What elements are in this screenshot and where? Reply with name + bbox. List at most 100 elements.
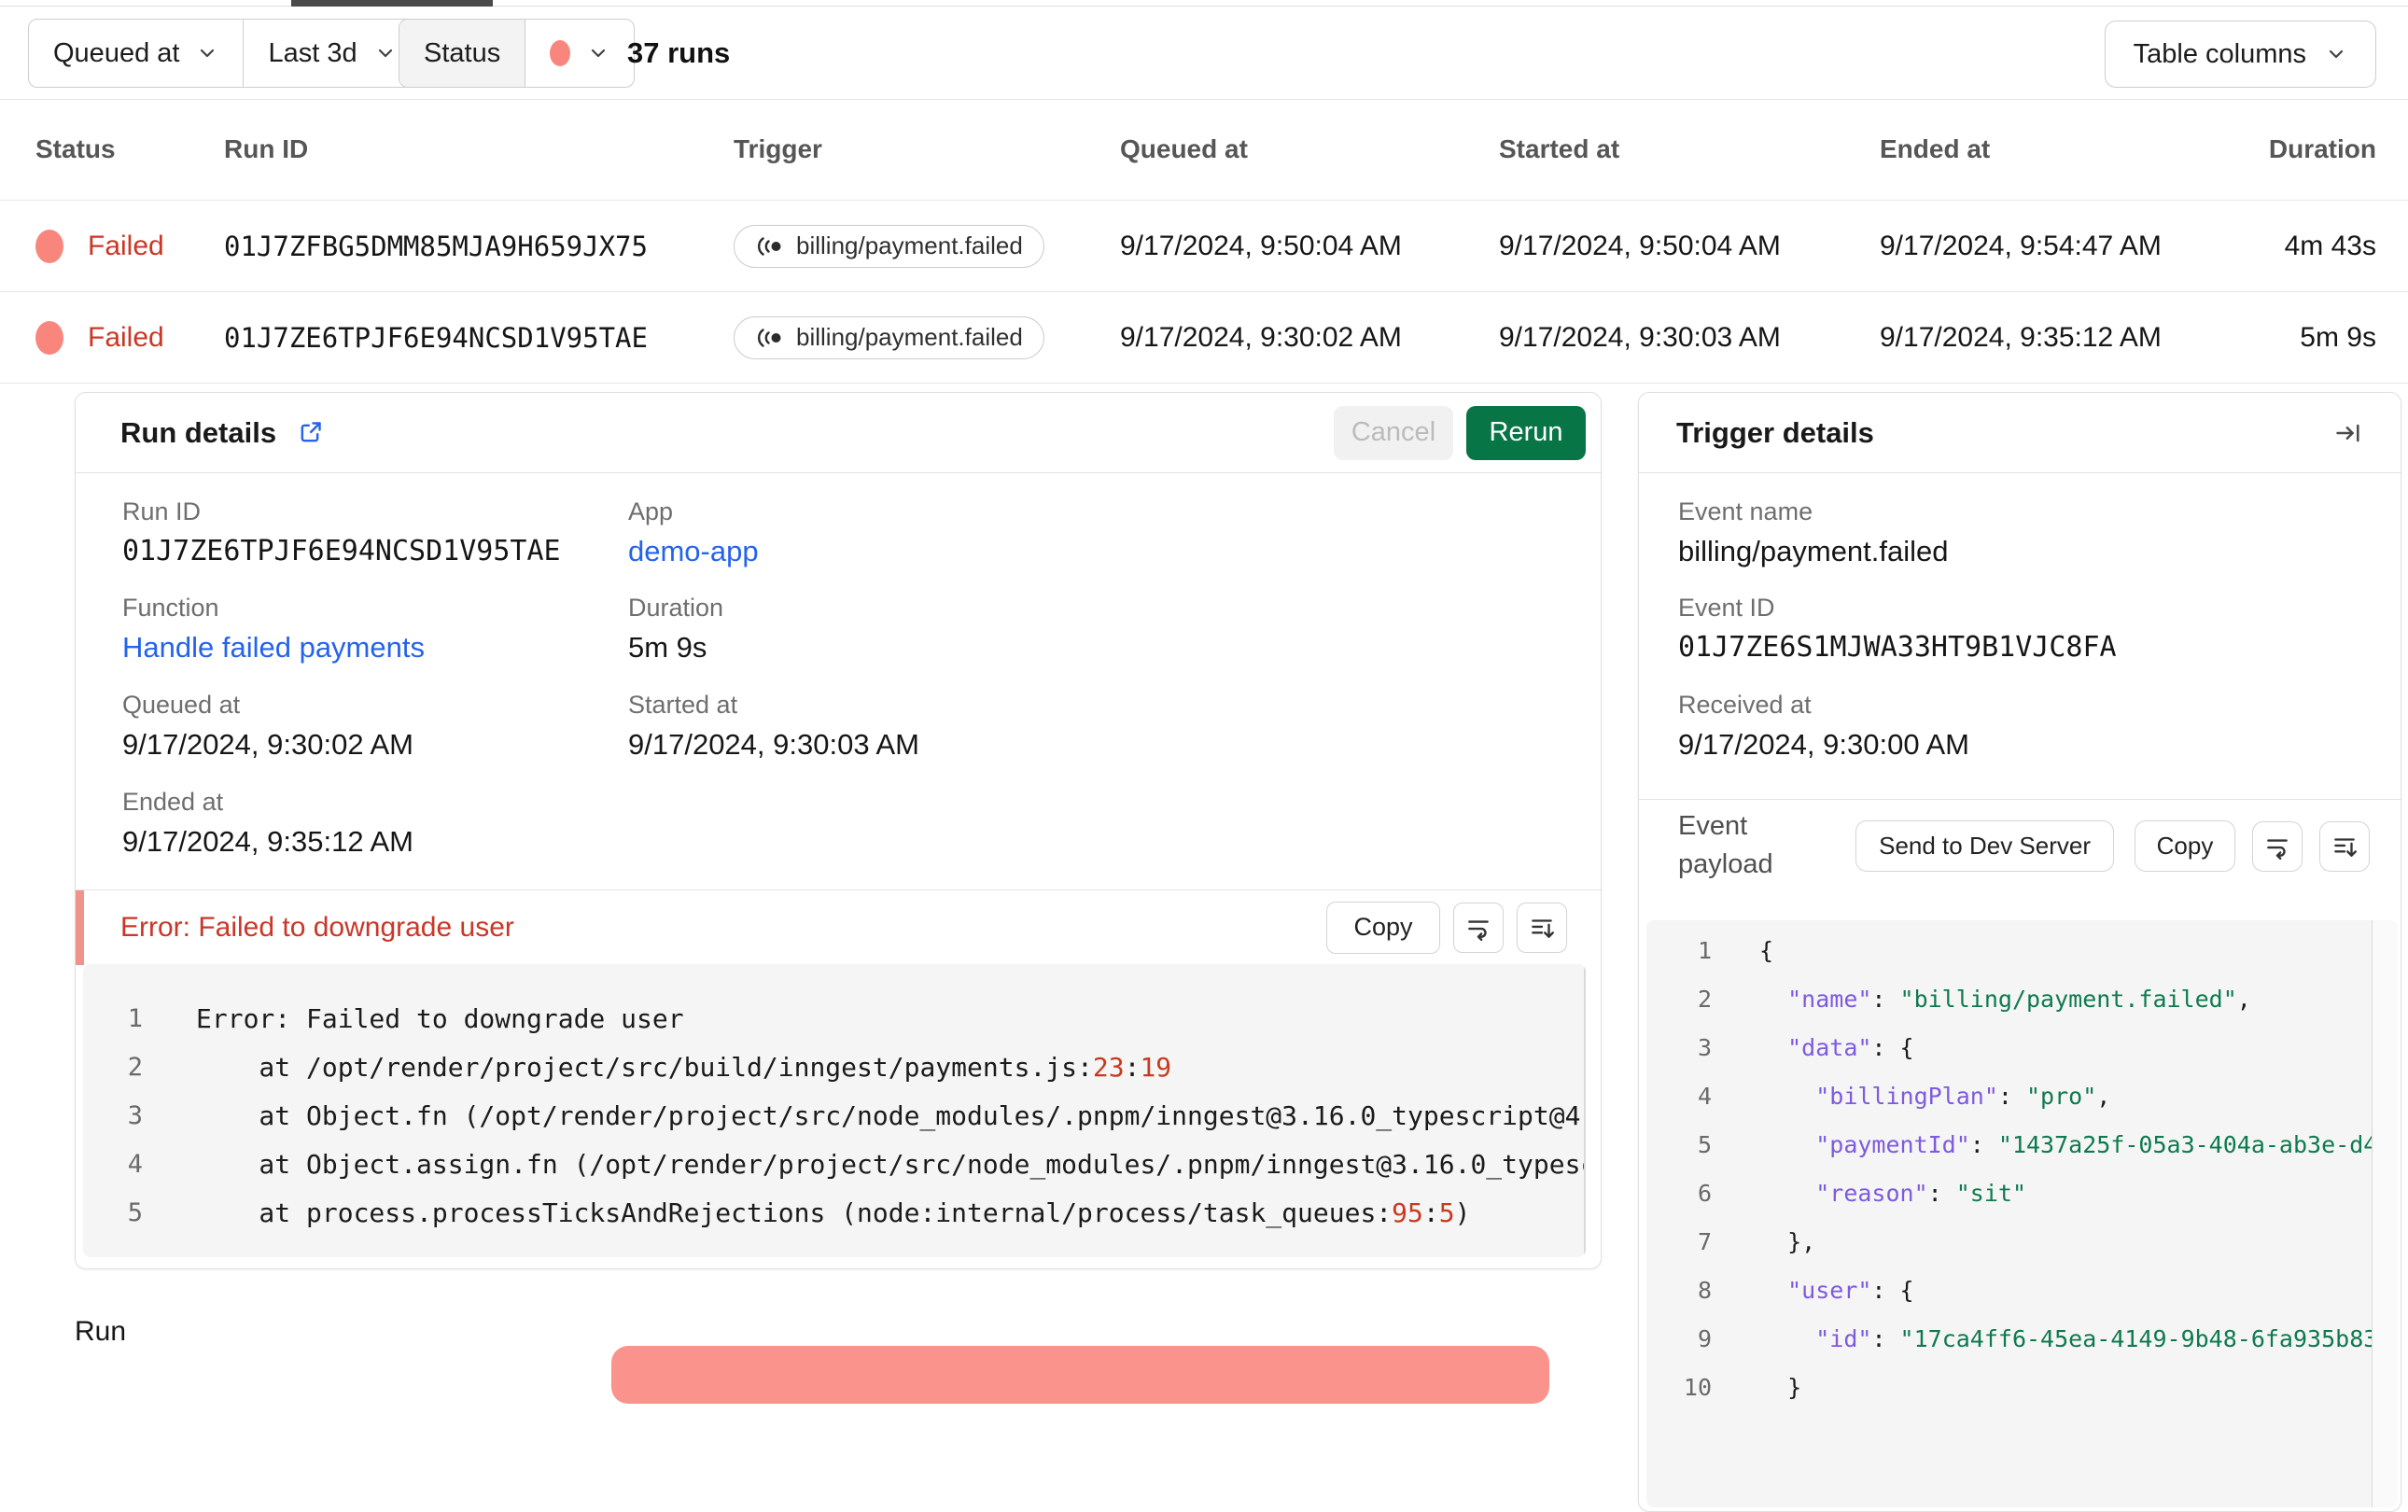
queued-at-label: Queued at (122, 691, 241, 719)
word-wrap-icon (1468, 919, 1489, 941)
time-range-label: Last 3d (268, 37, 357, 68)
rerun-button[interactable]: Rerun (1466, 405, 1586, 460)
line-number: 1 (1697, 936, 1712, 964)
line-number: 2 (1697, 985, 1712, 1013)
queued-at-cell: 9/17/2024, 9:50:04 AM (1120, 230, 1402, 261)
copy-payload-button[interactable]: Copy (2135, 820, 2235, 872)
payload-scrollbar[interactable] (2372, 920, 2398, 1507)
copy-error-button[interactable]: Copy (1326, 901, 1440, 954)
external-link-icon[interactable] (297, 420, 323, 446)
code-line: 6 "reason": "sit" (1646, 1169, 2398, 1217)
cancel-button[interactable]: Cancel (1334, 405, 1453, 460)
chevron-down-icon (378, 49, 392, 58)
table-row[interactable]: Failed 01J7ZE6TPJF6E94NCSD1V95TAE billing/… (0, 292, 2408, 384)
runs-count: 37 runs (627, 35, 731, 69)
event-id-value: 01J7ZE6S1MJWA33HT9B1VJC8FA (1678, 631, 2117, 664)
line-number: 8 (1697, 1276, 1712, 1304)
line-content: Error: Failed to downgrade user (196, 1002, 684, 1034)
code-line: 8 "user": { (1646, 1266, 2398, 1314)
trigger-pill[interactable]: billing/payment.failed (734, 315, 1044, 359)
chevron-down-icon (201, 49, 215, 58)
code-line: 5 at process.processTicksAndRejections (… (83, 1188, 1586, 1237)
run-id-value: 01J7ZE6TPJF6E94NCSD1V95TAE (122, 535, 561, 567)
status-filter-label-cell: Status (399, 20, 525, 87)
line-number: 1 (127, 1003, 143, 1033)
scroll-to-bottom-icon-button[interactable] (2319, 821, 2370, 872)
app-link[interactable]: demo-app (628, 535, 759, 568)
time-range-filter-button[interactable]: Last 3d (243, 20, 420, 87)
function-field: Function Handle failed payments (122, 594, 425, 665)
run-id-cell: 01J7ZE6TPJF6E94NCSD1V95TAE (224, 321, 648, 354)
scroll-to-bottom-icon-button[interactable] (1517, 902, 1567, 953)
status-label: Failed (88, 230, 164, 261)
line-number: 2 (127, 1052, 143, 1082)
event-icon (757, 328, 781, 347)
run-id-label: Run ID (122, 497, 202, 525)
line-number: 3 (127, 1100, 143, 1130)
line-number: 10 (1683, 1373, 1712, 1401)
line-content: at process.processTicksAndRejections (no… (196, 1197, 1471, 1228)
line-content: "user": { (1787, 1276, 1914, 1304)
status-cell: Failed (35, 229, 224, 263)
trigger-pill[interactable]: billing/payment.failed (734, 224, 1044, 268)
queued-at-filter-button[interactable]: Queued at (29, 20, 243, 87)
trigger-details-header: Trigger details (1639, 393, 2401, 473)
duration-cell: 4m 43s (2284, 230, 2376, 261)
error-title: Error: Failed to downgrade user (120, 911, 514, 943)
column-header-started-at: Started at (1499, 134, 1620, 163)
status-filter-value-button[interactable] (525, 20, 634, 87)
word-wrap-icon-button[interactable] (2252, 821, 2303, 872)
function-link[interactable]: Handle failed payments (122, 631, 425, 665)
line-content: "data": { (1787, 1033, 1914, 1061)
scroll-to-bottom-icon (1532, 918, 1554, 938)
send-to-dev-server-button[interactable]: Send to Dev Server (1855, 820, 2114, 872)
word-wrap-icon-button[interactable] (1453, 902, 1504, 953)
trigger-cell: billing/payment.failed (734, 224, 1120, 268)
status-filter-label: Status (424, 37, 501, 68)
table-row[interactable]: Failed 01J7ZFBG5DMM85MJA9H659JX75 billing/… (0, 201, 2408, 292)
started-at-value: 9/17/2024, 9:30:03 AM (628, 728, 919, 761)
code-line: 2 "name": "billing/payment.failed", (1646, 974, 2398, 1023)
failed-status-dot-icon (550, 40, 571, 66)
ended-at-field: Ended at 9/17/2024, 9:35:12 AM (122, 788, 413, 859)
code-line: 9 "id": "17ca4ff6-45ea-4149-9b48-6fa935b… (1646, 1314, 2398, 1363)
code-line: 3 at Object.fn (/opt/render/project/src/… (83, 1091, 1586, 1140)
line-content: }, (1759, 1227, 1816, 1255)
event-payload-label: Event payload (1678, 811, 1773, 879)
duration-cell: 5m 9s (2300, 321, 2376, 353)
line-number: 3 (1697, 1033, 1712, 1061)
received-at-label: Received at (1678, 691, 1812, 719)
collapse-panel-icon[interactable] (2333, 418, 2363, 448)
line-number: 7 (1697, 1227, 1712, 1255)
line-number: 9 (1697, 1324, 1712, 1352)
status-label: Failed (88, 321, 164, 353)
event-name-field: Event name billing/payment.failed (1678, 497, 1949, 568)
trigger-pill-label: billing/payment.failed (796, 323, 1023, 351)
chevron-down-icon (592, 49, 606, 58)
timeline-run-bar[interactable] (611, 1346, 1549, 1404)
ended-at-label: Ended at (122, 788, 224, 816)
chevron-down-icon (2329, 49, 2344, 59)
received-at-value: 9/17/2024, 9:30:00 AM (1678, 728, 1969, 761)
column-header-status: Status (35, 134, 116, 163)
status-filter-group: Status (399, 19, 636, 88)
time-filter-group: Queued at Last 3d (28, 19, 422, 88)
status-cell: Failed (35, 320, 224, 355)
line-content: { (1759, 936, 1774, 964)
event-icon (757, 236, 781, 256)
column-header-duration: Duration (2268, 134, 2376, 163)
line-content: "reason": "sit" (1815, 1179, 2027, 1207)
received-at-field: Received at 9/17/2024, 9:30:00 AM (1678, 691, 1969, 762)
table-columns-button[interactable]: Table columns (2104, 21, 2376, 88)
failed-status-dot-icon (35, 320, 63, 355)
ended-at-cell: 9/17/2024, 9:35:12 AM (1880, 321, 2162, 353)
queued-at-field: Queued at 9/17/2024, 9:30:02 AM (122, 691, 413, 762)
code-scrollbar[interactable] (1584, 964, 1586, 1257)
line-content: at Object.fn (/opt/render/project/src/no… (196, 1099, 1586, 1131)
line-number: 6 (1697, 1179, 1712, 1207)
event-payload-json: 1{2 "name": "billing/payment.failed", 3 "… (1646, 920, 2398, 1507)
function-label: Function (122, 594, 219, 622)
code-line: 3 "data": { (1646, 1023, 2398, 1071)
line-content: "paymentId": "1437a25f-05a3-404a-ab3e-d4… (1815, 1130, 2392, 1158)
runs-table-header: Status Run ID Trigger Queued at Started at En… (0, 99, 2408, 201)
